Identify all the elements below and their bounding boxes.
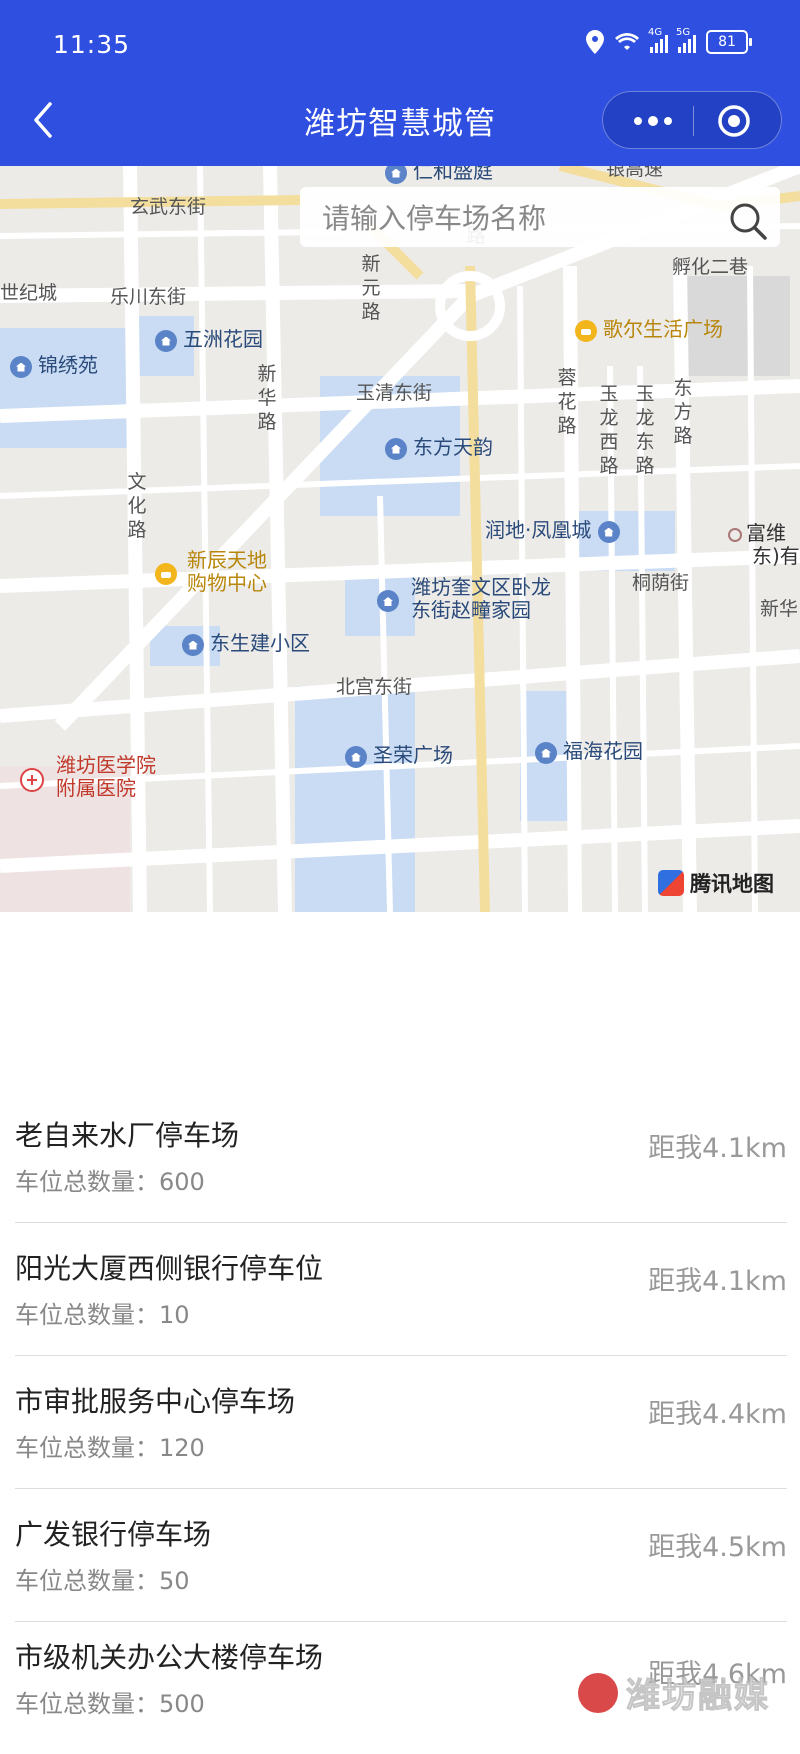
street-fuhua: 孵化二巷 — [672, 256, 749, 278]
parking-item[interactable]: 市审批服务中心停车场 车位总数量：120 距我4.4km — [15, 1356, 787, 1489]
street-beigong: 北宫东街 — [336, 676, 413, 698]
residential-pin-icon — [345, 745, 367, 768]
shopping-pin-icon — [575, 319, 597, 342]
parking-capacity: 车位总数量：50 — [15, 1567, 190, 1595]
parking-distance: 距我4.5km — [648, 1532, 787, 1563]
street-gaosu: 银高速 — [606, 166, 664, 180]
street-xinhualu: 新华路 — [257, 363, 277, 433]
residential-pin-icon — [377, 590, 399, 612]
parking-name: 市审批服务中心停车场 — [15, 1385, 296, 1418]
parking-name: 广发银行停车场 — [15, 1518, 212, 1551]
hospital-pin-icon — [20, 768, 44, 792]
parking-capacity: 车位总数量：10 — [15, 1301, 190, 1329]
parking-capacity: 车位总数量：120 — [15, 1434, 205, 1462]
media-logo-icon — [578, 1672, 618, 1713]
search-icon[interactable] — [728, 201, 768, 241]
search-input[interactable] — [320, 197, 704, 239]
poi-dongsheng[interactable]: 东生建小区 — [182, 632, 310, 656]
street-xuanwu: 玄武东街 — [130, 196, 207, 218]
residential-pin-icon — [597, 520, 620, 543]
street-xinyuan: 新元路 — [361, 253, 381, 323]
status-icons: 4G 5G 81 — [586, 27, 752, 54]
street-xinhua: 新华 — [760, 598, 799, 620]
street-yulongdong: 玉龙东路 — [635, 383, 655, 477]
poi-kuiwen[interactable]: 潍坊奎文区卧龙 东街赵疃家园 — [377, 576, 551, 622]
street-ronghua: 蓉花路 — [557, 367, 577, 437]
poi-fuwei[interactable]: 富维 东)有 — [728, 522, 800, 568]
street-yuqing: 玉清东街 — [356, 382, 433, 404]
map-provider-logo: 腾讯地图 — [658, 868, 774, 898]
poi-fuhai[interactable]: 福海花园 — [535, 740, 643, 764]
dot-icon — [664, 117, 672, 125]
poi-hospital[interactable]: 潍坊医学院 附属医院 — [20, 754, 156, 800]
residential-pin-icon — [385, 437, 407, 460]
more-button[interactable] — [623, 106, 683, 136]
parking-name: 市级机关办公大楼停车场 — [15, 1641, 324, 1674]
poi-renhe[interactable]: 仁和盛庭 — [385, 166, 493, 184]
wifi-icon — [615, 33, 639, 50]
poi-rundi[interactable]: 润地·凤凰城 — [485, 519, 626, 543]
signal-4g-icon: 4G — [648, 27, 668, 53]
parking-capacity: 车位总数量：600 — [15, 1168, 205, 1196]
poi-dongfang[interactable]: 东方天韵 — [385, 436, 493, 460]
capsule-divider — [693, 106, 694, 136]
parking-item[interactable]: 老自来水厂停车场 车位总数量：600 距我4.1km — [15, 1090, 787, 1223]
status-time: 11:35 — [53, 30, 131, 59]
location-icon — [586, 30, 604, 54]
residential-pin-icon — [10, 355, 32, 378]
parking-name: 阳光大厦西侧银行停车位 — [15, 1252, 324, 1285]
parking-capacity: 车位总数量：500 — [15, 1690, 205, 1718]
signal-5g-icon: 5G — [676, 27, 696, 53]
residential-pin-icon — [182, 633, 204, 656]
poi-wuzhou[interactable]: 五洲花园 — [155, 328, 263, 352]
dot-icon — [648, 116, 658, 126]
poi-jinxiu[interactable]: 锦绣苑 — [10, 354, 98, 378]
search-box[interactable] — [300, 187, 780, 247]
street-wenhualu: 文化路 — [127, 471, 147, 541]
app-header: 11:35 4G 5G 81 潍坊智慧城管 — [0, 0, 800, 166]
company-pin-icon — [728, 527, 742, 542]
poi-xinchen[interactable]: 新辰天地 购物中心 — [155, 549, 267, 595]
map-view[interactable]: 仁和盛庭 玄武东街 银高速 世纪城 乐川东街 孵化二巷 路 新元路 五洲花园 锦… — [0, 166, 800, 912]
miniprogram-capsule — [602, 91, 782, 149]
battery-icon: 81 — [706, 30, 752, 54]
dot-icon — [634, 117, 642, 125]
tencent-map-logo-icon — [658, 870, 684, 896]
residential-pin-icon — [535, 741, 557, 764]
poi-shengrong[interactable]: 圣荣广场 — [345, 744, 453, 768]
street-lechuan: 乐川东街 — [110, 286, 187, 308]
parking-item[interactable]: 广发银行停车场 车位总数量：50 距我4.5km — [15, 1489, 787, 1622]
parking-distance: 距我4.1km — [648, 1266, 787, 1297]
residential-pin-icon — [385, 166, 407, 184]
parking-list: 老自来水厂停车场 车位总数量：600 距我4.1km 阳光大厦西侧银行停车位 车… — [15, 1090, 787, 1754]
shopping-pin-icon — [155, 563, 177, 585]
residential-pin-icon — [155, 329, 177, 352]
street-yulongxi: 玉龙西路 — [599, 383, 619, 477]
street-shiji: 世纪城 — [0, 282, 58, 304]
street-tongyin: 桐荫街 — [632, 572, 690, 594]
media-watermark: 潍坊融媒 — [578, 1668, 770, 1717]
poi-geer[interactable]: 歌尔生活广场 — [575, 318, 723, 342]
parking-distance: 距我4.1km — [648, 1133, 787, 1164]
close-target-icon[interactable] — [717, 104, 751, 138]
parking-item[interactable]: 阳光大厦西侧银行停车位 车位总数量：10 距我4.1km — [15, 1223, 787, 1356]
parking-distance: 距我4.4km — [648, 1399, 787, 1430]
street-dongfanglu: 东方路 — [673, 377, 693, 447]
parking-name: 老自来水厂停车场 — [15, 1119, 240, 1152]
